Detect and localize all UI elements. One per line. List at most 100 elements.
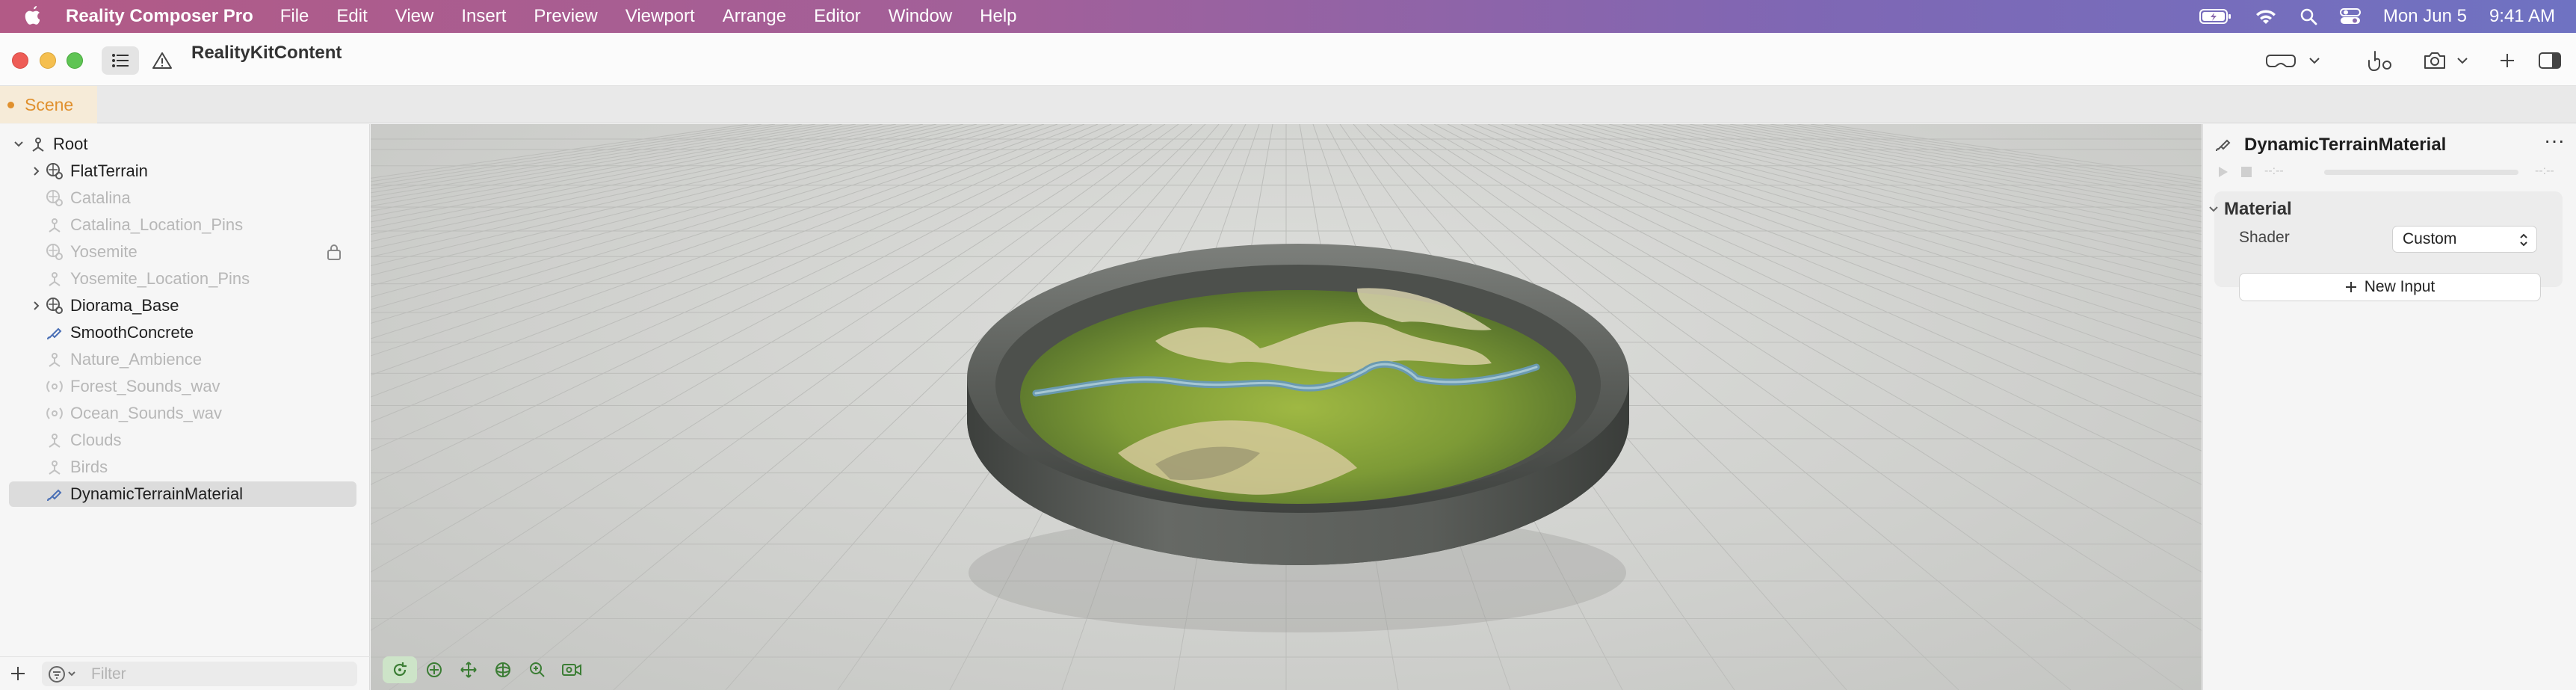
inspector-panel: DynamicTerrainMaterial ··· --:-- --:-- M…: [2202, 124, 2576, 690]
preview-device-button[interactable]: [2260, 46, 2327, 75]
tree-row-dynamicterrainmaterial[interactable]: DynamicTerrainMaterial: [0, 481, 370, 507]
shader-select[interactable]: Custom: [2392, 226, 2537, 253]
chevron-right-icon[interactable]: [30, 299, 43, 312]
more-options-icon[interactable]: ···: [2544, 130, 2569, 153]
inspector-title: DynamicTerrainMaterial: [2244, 135, 2447, 155]
navigator-toggle-button[interactable]: [102, 46, 139, 75]
scene-viewport[interactable]: [371, 124, 2202, 690]
new-input-button[interactable]: New Input: [2239, 273, 2541, 301]
tree-row-label: Clouds: [70, 431, 122, 449]
tree-row-label: Yosemite_Location_Pins: [70, 269, 250, 288]
status-time[interactable]: 9:41 AM: [2489, 6, 2555, 27]
chevron-down-icon[interactable]: [12, 138, 25, 151]
timeline-scrubber[interactable]: [2324, 170, 2518, 175]
transform-icon: [49, 460, 61, 475]
tree-row-root[interactable]: Root: [0, 132, 370, 157]
menu-app-name[interactable]: Reality Composer Pro: [66, 6, 253, 27]
tree-row-smoothconcrete[interactable]: SmoothConcrete: [0, 320, 370, 345]
menu-insert[interactable]: Insert: [461, 6, 506, 27]
menu-editor[interactable]: Editor: [814, 6, 861, 27]
plus-icon[interactable]: [9, 665, 27, 683]
editor-tab-bar: Scene: [0, 86, 2576, 123]
material-icon: [2216, 139, 2231, 152]
gesture-button[interactable]: [2354, 46, 2406, 75]
filter-input[interactable]: [42, 662, 357, 686]
tree-row-ocean-sounds-wav[interactable]: Ocean_Sounds_wav: [0, 401, 370, 426]
menu-file[interactable]: File: [280, 6, 309, 27]
tree-row-label: Nature_Ambience: [70, 350, 203, 369]
minimize-window-button[interactable]: [40, 52, 56, 69]
stop-icon[interactable]: [2240, 166, 2252, 178]
status-date[interactable]: Mon Jun 5: [2383, 6, 2467, 27]
tree-row-yosemite[interactable]: Yosemite: [0, 239, 370, 265]
tree-row-flatterrain[interactable]: FlatTerrain: [0, 158, 370, 184]
tree-row-birds[interactable]: Birds: [0, 455, 370, 480]
tree-row-catalina-location-pins[interactable]: Catalina_Location_Pins: [0, 212, 370, 238]
snapshot-button[interactable]: [2405, 46, 2487, 75]
sidebar-footer: [0, 656, 370, 690]
entity-model-icon: [46, 244, 63, 260]
menu-help[interactable]: Help: [980, 6, 1016, 27]
filter-options-icon[interactable]: [46, 665, 79, 684]
tree-row-label: Catalina_Location_Pins: [70, 215, 244, 234]
plus-icon: [2501, 54, 2514, 67]
tree-row-nature-ambience[interactable]: Nature_Ambience: [0, 347, 370, 372]
menu-view[interactable]: View: [395, 6, 434, 27]
chevron-down-icon[interactable]: [2208, 203, 2220, 215]
battery-icon[interactable]: [2199, 8, 2232, 25]
plus-icon: [2345, 282, 2356, 292]
move-tool-icon: [460, 662, 477, 678]
move-tool-button[interactable]: [451, 656, 486, 683]
inspector-toggle-button[interactable]: [2533, 46, 2566, 75]
menu-arrange[interactable]: Arrange: [723, 6, 786, 27]
hand-gesture-icon: [2368, 51, 2391, 71]
camera-tool-button[interactable]: [555, 656, 589, 683]
terrain-diorama[interactable]: [371, 124, 2202, 690]
camera-icon: [2424, 52, 2445, 69]
menu-edit[interactable]: Edit: [336, 6, 367, 27]
zoom-window-button[interactable]: [67, 52, 83, 69]
transform-icon: [32, 138, 44, 152]
tree-row-clouds[interactable]: Clouds: [0, 428, 370, 453]
transform-icon: [49, 434, 61, 448]
add-button[interactable]: [2492, 46, 2522, 75]
tree-row-catalina[interactable]: Catalina: [0, 185, 370, 211]
tree-row-label: SmoothConcrete: [70, 323, 194, 342]
entity-model-icon: [46, 190, 63, 206]
shader-value: Custom: [2403, 230, 2457, 247]
transform-icon: [49, 218, 61, 232]
close-window-button[interactable]: [12, 52, 28, 69]
chevron-right-icon[interactable]: [30, 164, 43, 178]
tab-scene[interactable]: Scene: [0, 86, 97, 123]
warning-icon: [152, 52, 172, 69]
rotate-tool-button[interactable]: [383, 656, 417, 683]
orbit-tool-icon: [495, 662, 510, 677]
search-icon[interactable]: [2299, 7, 2317, 25]
tree-row-forest-sounds-wav[interactable]: Forest_Sounds_wav: [0, 374, 370, 399]
tree-row-label: Yosemite: [70, 242, 138, 261]
start-time: --:--: [2264, 164, 2284, 177]
zoom-tool-button[interactable]: [520, 656, 555, 683]
orbit-tool-button[interactable]: [486, 656, 520, 683]
apple-logo-icon[interactable]: [22, 5, 43, 28]
menu-viewport[interactable]: Viewport: [626, 6, 695, 27]
status-area: Mon Jun 5 9:41 AM: [2199, 0, 2555, 33]
material-section-header[interactable]: Material: [2209, 199, 2292, 220]
issues-button[interactable]: [151, 48, 173, 73]
transform-icon: [49, 353, 61, 367]
control-center-icon[interactable]: [2339, 7, 2361, 25]
tree-row-yosemite-location-pins[interactable]: Yosemite_Location_Pins: [0, 266, 370, 292]
lock-icon[interactable]: [326, 243, 342, 261]
document-title: RealityKitContent: [191, 43, 342, 63]
end-time: --:--: [2535, 164, 2554, 177]
inspector-toggle-icon: [2539, 52, 2561, 69]
tree-row-diorama-base[interactable]: Diorama_Base: [0, 293, 370, 318]
menu-preview[interactable]: Preview: [534, 6, 597, 27]
material-icon: [47, 327, 62, 340]
play-icon[interactable]: [2215, 164, 2230, 179]
chevron-down-icon: [2457, 58, 2468, 64]
wifi-icon[interactable]: [2255, 7, 2277, 25]
menu-bar: Reality Composer Pro File Edit View Inse…: [0, 0, 2576, 33]
menu-window[interactable]: Window: [889, 6, 952, 27]
select-tool-button[interactable]: [417, 656, 451, 683]
